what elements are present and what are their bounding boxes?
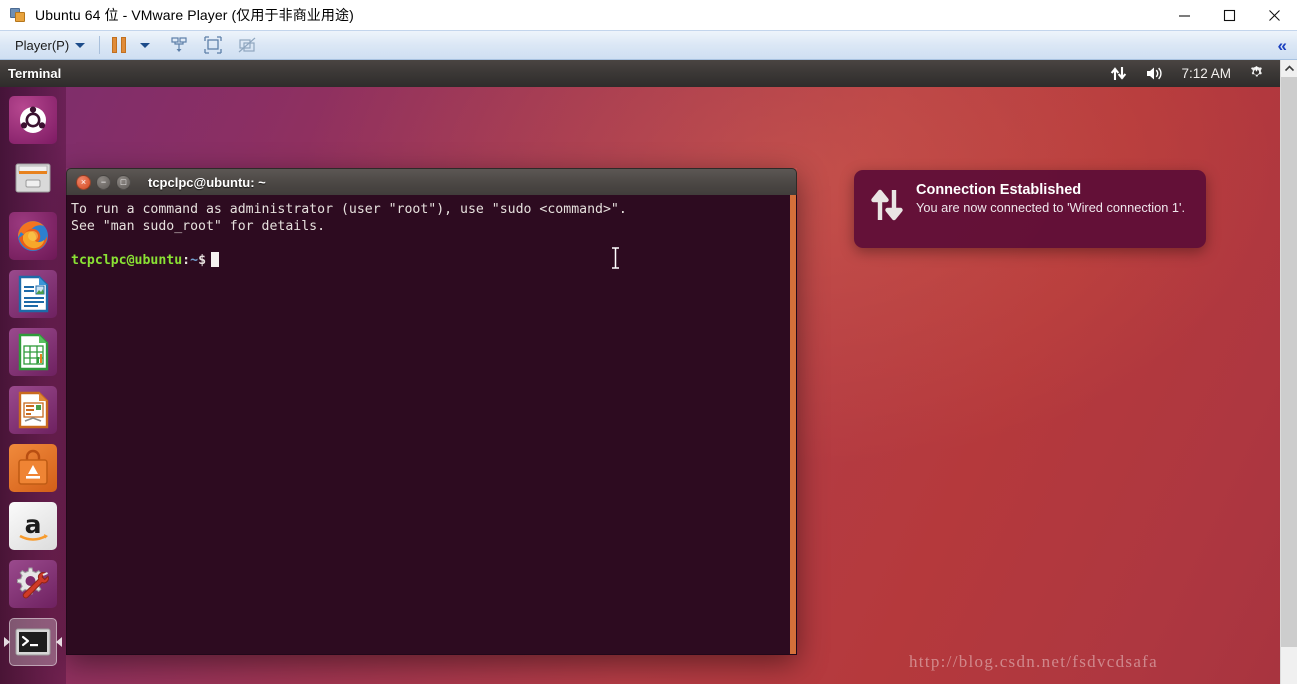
- terminal-window[interactable]: × − □ tcpclpc@ubuntu: ~ To run a command…: [66, 168, 797, 655]
- terminal-scrollbar[interactable]: [790, 195, 796, 654]
- enter-fullscreen-button[interactable]: [198, 32, 228, 58]
- mouse-ibeam-cursor: [611, 247, 620, 269]
- notification-body: You are now connected to 'Wired connecti…: [916, 200, 1186, 215]
- terminal-line: See "man sudo_root" for details.: [71, 219, 326, 234]
- host-vertical-scrollbar[interactable]: [1280, 60, 1297, 684]
- scrollbar-up-arrow-icon[interactable]: [1281, 60, 1297, 77]
- panel-indicators: 7:12 AM: [1101, 60, 1280, 87]
- player-menu-button[interactable]: Player(P): [10, 35, 90, 56]
- player-menu-label: Player(P): [15, 37, 70, 53]
- host-window-title: Ubuntu 64 位 - VMware Player (仅用于非商业用途): [35, 7, 354, 23]
- sidebar-item-software-center[interactable]: [7, 442, 59, 494]
- terminal-prompt-user: tcpclpc@ubuntu: [71, 253, 183, 268]
- sidebar-item-system-settings[interactable]: [7, 558, 59, 610]
- terminal-cursor: [211, 252, 220, 267]
- libreoffice-impress-icon: [9, 386, 57, 434]
- watermark-text: http://blog.csdn.net/fsdvcdsafa: [909, 652, 1158, 671]
- network-icon[interactable]: [1101, 60, 1136, 87]
- unity-mode-button[interactable]: [232, 32, 262, 58]
- sidebar-item-writer[interactable]: [7, 268, 59, 320]
- scrollbar-thumb[interactable]: [1281, 77, 1297, 647]
- volume-icon[interactable]: [1136, 60, 1173, 87]
- notification-title: Connection Established: [916, 182, 1082, 198]
- unity-launcher: a: [0, 87, 66, 684]
- minimize-button[interactable]: [1162, 0, 1207, 30]
- svg-text:a: a: [25, 510, 42, 539]
- files-cabinet-icon: [9, 154, 57, 202]
- ubuntu-top-panel: Terminal 7:12 AM: [0, 60, 1280, 87]
- sidebar-item-dash[interactable]: [7, 94, 59, 146]
- notification-text: Connection Established You are now conne…: [910, 182, 1185, 216]
- pause-vm-button[interactable]: [112, 37, 127, 53]
- terminal-output-area[interactable]: To run a command as administrator (user …: [66, 195, 797, 655]
- terminal-icon: [9, 618, 57, 666]
- terminal-prompt-dollar: $: [198, 253, 207, 268]
- toolbar-divider: [99, 36, 101, 54]
- amazon-icon: a: [9, 502, 57, 550]
- notification-bubble: Connection Established You are now conne…: [854, 170, 1206, 248]
- vm-guest-screen[interactable]: Terminal 7:12 AM a × − □ tcpclpc@ubuntu:…: [0, 60, 1280, 684]
- libreoffice-calc-icon: [9, 328, 57, 376]
- terminal-close-button[interactable]: ×: [76, 174, 91, 190]
- software-center-bag-icon: [9, 444, 57, 492]
- panel-clock[interactable]: 7:12 AM: [1173, 66, 1239, 81]
- session-gear-icon[interactable]: [1239, 60, 1274, 87]
- vmware-app-icon: [9, 6, 27, 24]
- panel-app-title[interactable]: Terminal: [8, 66, 61, 81]
- close-button[interactable]: [1252, 0, 1297, 30]
- host-window-controls: [1162, 0, 1297, 30]
- pause-dropdown-button[interactable]: [130, 32, 160, 58]
- terminal-prompt-line: tcpclpc@ubuntu:~$: [69, 252, 796, 269]
- firefox-icon: [9, 212, 57, 260]
- chevron-down-icon: [140, 42, 151, 48]
- terminal-prompt-colon: :: [182, 253, 191, 268]
- terminal-prompt-path: ~: [190, 253, 199, 268]
- sidebar-item-amazon[interactable]: a: [7, 500, 59, 552]
- collapse-toolbar-button[interactable]: «: [1278, 31, 1287, 61]
- terminal-window-controls: × − □: [76, 174, 131, 190]
- terminal-line: To run a command as administrator (user …: [71, 202, 627, 217]
- sidebar-item-terminal[interactable]: [4, 616, 62, 668]
- sidebar-item-firefox[interactable]: [7, 210, 59, 262]
- ubuntu-dash-icon: [9, 96, 57, 144]
- chevron-down-icon: [75, 42, 86, 48]
- maximize-button[interactable]: [1207, 0, 1252, 30]
- sidebar-item-files[interactable]: [7, 152, 59, 204]
- gear-wrench-icon: [9, 560, 57, 608]
- terminal-titlebar[interactable]: × − □ tcpclpc@ubuntu: ~: [66, 168, 797, 195]
- host-window-titlebar: Ubuntu 64 位 - VMware Player (仅用于非商业用途): [0, 0, 1297, 30]
- terminal-title: tcpclpc@ubuntu: ~: [148, 174, 266, 190]
- network-transfer-arrows-icon: [870, 182, 910, 229]
- terminal-maximize-button[interactable]: □: [116, 174, 131, 190]
- send-ctrl-alt-del-button[interactable]: [164, 32, 194, 58]
- sidebar-item-impress[interactable]: [7, 384, 59, 436]
- sidebar-item-calc[interactable]: [7, 326, 59, 378]
- terminal-minimize-button[interactable]: −: [96, 174, 111, 190]
- libreoffice-writer-icon: [9, 270, 57, 318]
- vmware-toolbar: Player(P) «: [0, 30, 1297, 60]
